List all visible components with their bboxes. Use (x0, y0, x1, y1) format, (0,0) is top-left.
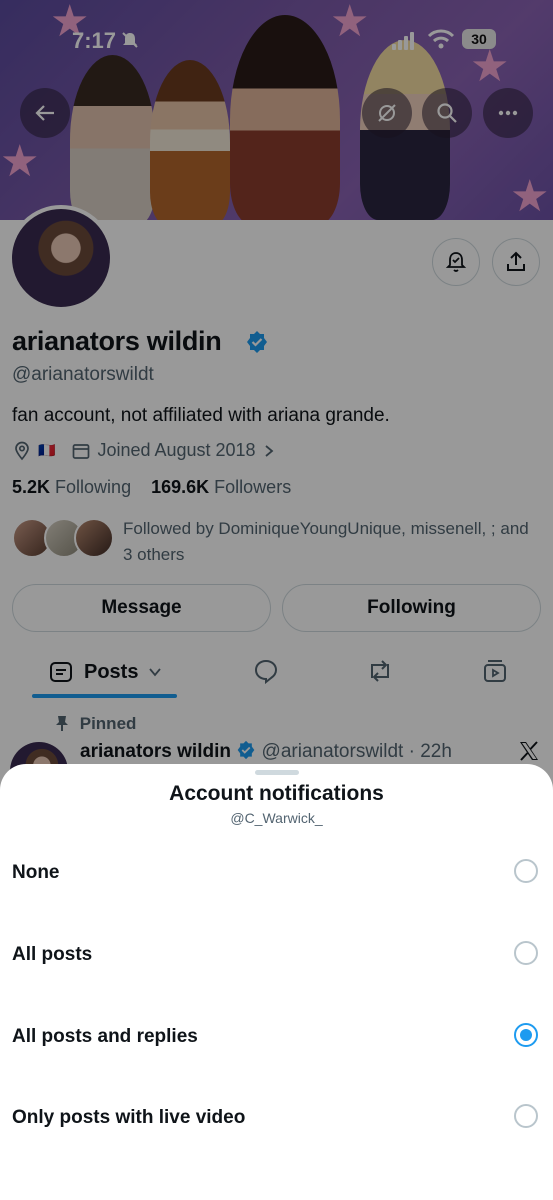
sheet-title: Account notifications (169, 782, 384, 805)
radio-button[interactable] (514, 1104, 538, 1128)
sheet-subtitle: @C_Warwick_ (230, 810, 323, 826)
option-label: None (12, 862, 60, 883)
radio-button[interactable] (514, 859, 538, 883)
option-label: Only posts with live video (12, 1107, 246, 1128)
sheet-grabber[interactable] (255, 770, 299, 775)
radio-button[interactable] (514, 941, 538, 965)
option-all-posts-and-replies[interactable]: All posts and replies (0, 1010, 553, 1070)
radio-button-selected[interactable] (514, 1023, 538, 1047)
option-all-posts[interactable]: All posts (0, 928, 553, 988)
option-live-video[interactable]: Only posts with live video (0, 1091, 553, 1151)
option-none[interactable]: None (0, 846, 553, 906)
option-label: All posts and replies (12, 1026, 198, 1047)
option-label: All posts (12, 944, 93, 965)
